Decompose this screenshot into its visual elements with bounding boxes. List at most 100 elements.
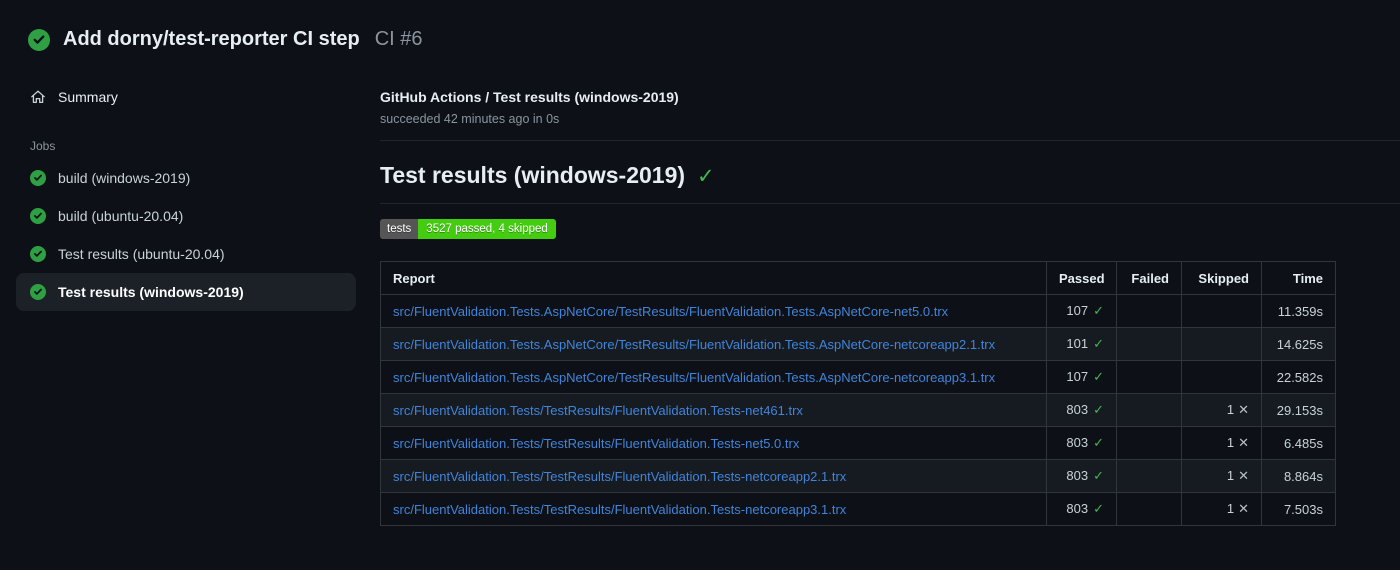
check-icon: ✓	[1093, 435, 1104, 450]
time-cell-value: 29.153s	[1276, 402, 1323, 418]
divider	[380, 140, 1400, 141]
check-circle-icon	[28, 28, 50, 51]
passed-cell: 101 ✓	[1046, 327, 1117, 361]
sidebar-job-item[interactable]: Test results (ubuntu-20.04)	[16, 235, 356, 273]
skipped-cell-value: 1	[1226, 501, 1235, 516]
sidebar-jobs-heading: Jobs	[30, 139, 56, 153]
report-heading-text: Test results (windows-2019)	[380, 162, 686, 188]
column-header-passed: Passed	[1046, 261, 1117, 295]
skipped-cell: 1 ✕	[1181, 393, 1262, 427]
report-link[interactable]: src/FluentValidation.Tests/TestResults/F…	[393, 502, 846, 517]
time-cell-value: 7.503s	[1283, 501, 1323, 517]
time-cell-value: 11.359s	[1277, 303, 1323, 319]
failed-cell	[1116, 492, 1182, 526]
job-label: Test results (ubuntu-20.04)	[58, 246, 225, 262]
x-icon: ✕	[1238, 501, 1249, 516]
column-header-report: Report	[380, 261, 1047, 295]
report-link[interactable]: src/FluentValidation.Tests.AspNetCore/Te…	[393, 304, 948, 319]
passed-cell: 803 ✓	[1046, 459, 1117, 493]
badge-value: 3527 passed, 4 skipped	[418, 219, 556, 239]
report-link[interactable]: src/FluentValidation.Tests/TestResults/F…	[393, 403, 803, 418]
passed-cell-value: 107	[1066, 303, 1089, 318]
test-results-table: Report Passed Failed Skipped Time src/Fluent…	[380, 261, 1336, 526]
report-cell: src/FluentValidation.Tests.AspNetCore/Te…	[380, 360, 1047, 394]
report-heading: Test results (windows-2019) ✓	[380, 162, 1400, 189]
check-circle-icon	[30, 170, 46, 186]
failed-cell	[1116, 426, 1182, 460]
report-link[interactable]: src/FluentValidation.Tests/TestResults/F…	[393, 469, 846, 484]
report-cell: src/FluentValidation.Tests/TestResults/F…	[380, 459, 1047, 493]
failed-cell	[1116, 393, 1182, 427]
failed-cell	[1116, 360, 1182, 394]
skipped-cell: 1 ✕	[1181, 459, 1262, 493]
skipped-cell-value: 1	[1226, 468, 1235, 483]
report-cell: src/FluentValidation.Tests/TestResults/F…	[380, 426, 1047, 460]
passed-cell: 803 ✓	[1046, 492, 1117, 526]
report-link[interactable]: src/FluentValidation.Tests.AspNetCore/Te…	[393, 337, 995, 352]
passed-cell: 107 ✓	[1046, 294, 1117, 328]
table-row: src/FluentValidation.Tests.AspNetCore/Te…	[380, 327, 1336, 361]
check-name: GitHub Actions / Test results (windows-2…	[380, 89, 679, 105]
table-row: src/FluentValidation.Tests.AspNetCore/Te…	[380, 360, 1336, 394]
x-icon: ✕	[1238, 435, 1249, 450]
report-cell: src/FluentValidation.Tests.AspNetCore/Te…	[380, 327, 1047, 361]
sidebar-item-summary[interactable]: Summary	[16, 81, 356, 113]
sidebar: Summary Jobs build (windows-2019) build (…	[0, 73, 380, 311]
sidebar-job-item[interactable]: build (ubuntu-20.04)	[16, 197, 356, 235]
time-cell: 8.864s	[1261, 459, 1336, 493]
check-circle-icon	[30, 284, 46, 300]
sidebar-jobs-list: build (windows-2019) build (ubuntu-20.04)…	[16, 159, 356, 311]
run-header: Add dorny/test-reporter CI step CI #6	[0, 0, 1400, 51]
report-link[interactable]: src/FluentValidation.Tests.AspNetCore/Te…	[393, 370, 995, 385]
job-label: build (ubuntu-20.04)	[58, 208, 184, 224]
table-row: src/FluentValidation.Tests/TestResults/F…	[380, 426, 1336, 460]
passed-cell-value: 107	[1066, 369, 1089, 384]
failed-cell	[1116, 327, 1182, 361]
report-link[interactable]: src/FluentValidation.Tests/TestResults/F…	[393, 436, 799, 451]
passed-cell: 803 ✓	[1046, 393, 1117, 427]
time-cell-value: 8.864s	[1283, 468, 1323, 484]
check-icon: ✓	[1093, 303, 1104, 318]
time-cell: 7.503s	[1261, 492, 1336, 526]
time-cell: 6.485s	[1261, 426, 1336, 460]
table-row: src/FluentValidation.Tests/TestResults/F…	[380, 393, 1336, 427]
passed-cell-value: 101	[1066, 336, 1089, 351]
check-icon: ✓	[1093, 468, 1104, 483]
check-status: succeeded 42 minutes ago in 0s	[380, 112, 560, 126]
x-icon: ✕	[1238, 468, 1249, 483]
time-cell: 29.153s	[1261, 393, 1336, 427]
passed-cell: 107 ✓	[1046, 360, 1117, 394]
passed-cell-value: 803	[1066, 468, 1089, 483]
column-header-time: Time	[1261, 261, 1336, 295]
failed-cell	[1116, 294, 1182, 328]
job-label: Test results (windows-2019)	[58, 284, 244, 300]
passed-cell-value: 803	[1066, 435, 1089, 450]
failed-cell	[1116, 459, 1182, 493]
time-cell: 14.625s	[1261, 327, 1336, 361]
check-icon: ✓	[697, 165, 715, 188]
check-circle-icon	[30, 208, 46, 224]
passed-cell-value: 803	[1066, 501, 1089, 516]
report-cell: src/FluentValidation.Tests/TestResults/F…	[380, 393, 1047, 427]
skipped-cell-value: 1	[1226, 435, 1235, 450]
table-row: src/FluentValidation.Tests/TestResults/F…	[380, 459, 1336, 493]
skipped-cell	[1181, 327, 1262, 361]
skipped-cell: 1 ✕	[1181, 426, 1262, 460]
check-icon: ✓	[1093, 336, 1104, 351]
main-panel: GitHub Actions / Test results (windows-2…	[380, 73, 1400, 526]
time-cell: 11.359s	[1261, 294, 1336, 328]
time-cell: 22.582s	[1261, 360, 1336, 394]
sidebar-job-item[interactable]: build (windows-2019)	[16, 159, 356, 197]
run-title: Add dorny/test-reporter CI step	[63, 28, 360, 50]
check-icon: ✓	[1093, 402, 1104, 417]
column-header-failed: Failed	[1116, 261, 1182, 295]
time-cell-value: 14.625s	[1276, 336, 1323, 352]
sidebar-job-item[interactable]: Test results (windows-2019)	[16, 273, 356, 311]
x-icon: ✕	[1238, 402, 1249, 417]
run-ref: CI #6	[374, 28, 423, 50]
report-cell: src/FluentValidation.Tests.AspNetCore/Te…	[380, 294, 1047, 328]
skipped-cell	[1181, 294, 1262, 328]
check-circle-icon	[30, 246, 46, 262]
time-cell-value: 6.485s	[1283, 435, 1323, 451]
skipped-cell-value: 1	[1226, 402, 1235, 417]
